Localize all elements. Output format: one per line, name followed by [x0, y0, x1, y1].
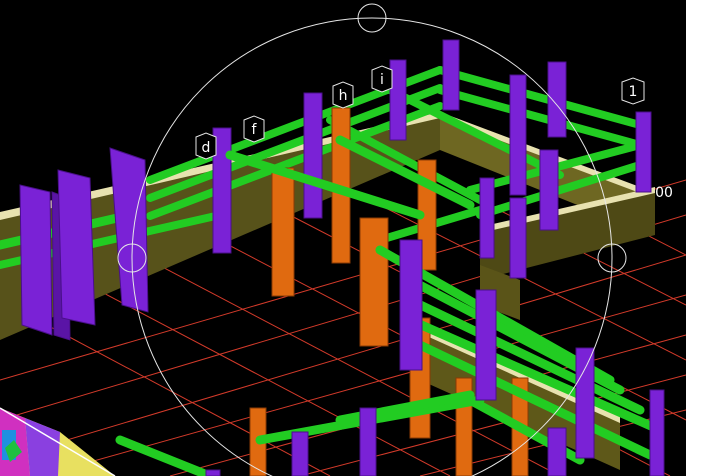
3d-model-viewport[interactable]: d f h i 1 00: [0, 0, 686, 476]
dimension-text: 00: [655, 185, 673, 201]
grid-label-h: h: [339, 88, 348, 104]
side-panel-strip: [686, 0, 714, 476]
grid-label-i: i: [380, 72, 384, 88]
grid-label-1: 1: [629, 84, 638, 100]
grid-label-d: d: [202, 140, 211, 156]
model-canvas[interactable]: d f h i 1 00: [0, 0, 686, 476]
view-cube-icon[interactable]: [0, 407, 116, 476]
